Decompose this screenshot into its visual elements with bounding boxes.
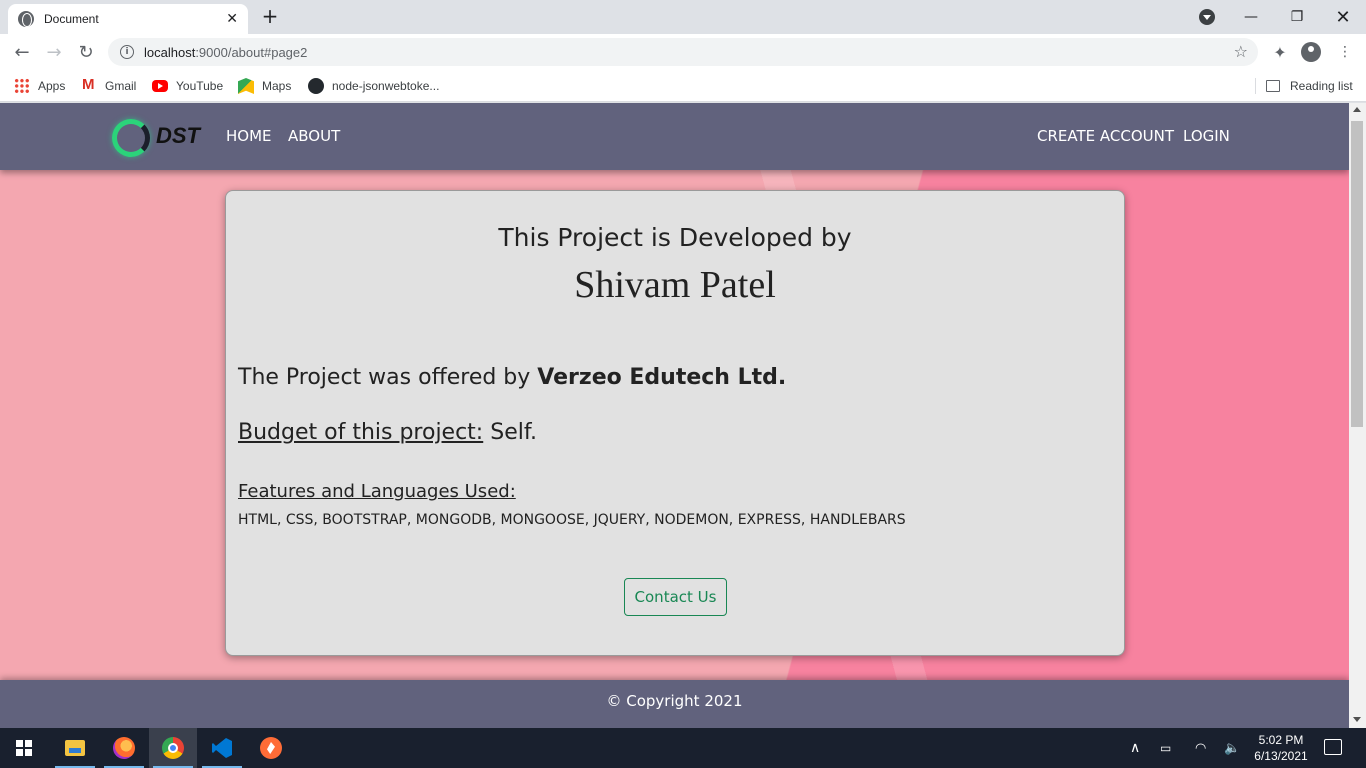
clock-time: 5:02 PM [1258, 733, 1304, 747]
site-info-icon[interactable]: i [120, 45, 134, 59]
youtube-icon [152, 80, 168, 92]
gmail-icon [81, 76, 97, 94]
reading-list-button[interactable]: Reading list [1266, 76, 1353, 96]
reload-button[interactable]: ↻ [74, 40, 98, 64]
bookmark-apps[interactable]: Apps [14, 76, 65, 96]
logo-ring-icon[interactable] [112, 119, 150, 157]
reading-list-icon [1266, 80, 1280, 92]
scroll-up-arrow-icon[interactable] [1353, 107, 1361, 112]
new-tab-button[interactable]: + [260, 6, 280, 26]
back-button[interactable]: ← [10, 40, 34, 64]
bookmark-github[interactable]: node-jsonwebtoke... [308, 76, 439, 96]
apps-grid-icon [14, 78, 30, 94]
budget-text: Budget of this project: Self. [238, 420, 537, 445]
taskbar-clock[interactable]: 5:02 PM 6/13/2021 [1246, 732, 1316, 764]
maps-icon [238, 78, 254, 94]
offered-by-text: The Project was offered by Verzeo Edutec… [238, 365, 787, 390]
bookmarks-separator [1255, 78, 1256, 94]
page-scrollbar[interactable] [1349, 103, 1366, 728]
nav-home[interactable]: HOME [226, 127, 272, 145]
tab-search-icon[interactable] [1199, 9, 1215, 25]
chrome-icon [162, 737, 184, 759]
wifi-icon[interactable]: ◠ [1195, 728, 1206, 768]
extensions-icon[interactable]: ✦ [1270, 42, 1290, 62]
firefox-icon [113, 737, 135, 759]
folder-icon [65, 740, 85, 756]
browser-tab[interactable]: Document ✕ [8, 4, 248, 34]
tab-strip: Document ✕ + — ❐ ✕ [0, 0, 1366, 34]
clock-date: 6/13/2021 [1254, 749, 1308, 763]
minimize-button[interactable]: — [1228, 0, 1274, 34]
menu-kebab-icon[interactable]: ⋮ [1335, 42, 1355, 62]
taskbar-file-explorer[interactable] [51, 728, 99, 768]
volume-icon[interactable]: 🔈 [1224, 728, 1240, 768]
bookmark-gmail[interactable]: Gmail [81, 76, 136, 96]
card-heading: This Project is Developed by [498, 223, 852, 252]
nav-login[interactable]: LOGIN [1183, 127, 1230, 145]
bookmark-youtube[interactable]: YouTube [152, 76, 223, 96]
site-footer: © Copyright 2021 [0, 680, 1349, 728]
globe-icon [18, 11, 34, 27]
battery-icon[interactable]: ▭ [1160, 728, 1171, 768]
developer-name: Shivam Patel [574, 264, 776, 306]
notification-center-icon[interactable] [1324, 739, 1342, 755]
tab-title: Document [44, 12, 99, 26]
about-card: This Project is Developed by Shivam Pate… [225, 190, 1125, 656]
contact-us-button[interactable]: Contact Us [624, 578, 727, 616]
taskbar-firefox[interactable] [100, 728, 148, 768]
address-bar[interactable]: i localhost:9000/about#page2 ☆ [108, 38, 1258, 66]
scrollbar-thumb[interactable] [1351, 121, 1363, 427]
brand-logo[interactable]: DST [156, 123, 200, 149]
windows-taskbar: ∧ ▭ ◠ 🔈 5:02 PM 6/13/2021 [0, 728, 1366, 768]
site-navbar: DST HOME ABOUT CREATE ACCOUNT LOGIN [0, 103, 1349, 170]
bookmark-star-icon[interactable]: ☆ [1234, 42, 1248, 61]
windows-logo-icon [16, 740, 32, 756]
copyright-text: © Copyright 2021 [606, 692, 743, 710]
show-hidden-icons-chevron-icon[interactable]: ∧ [1130, 728, 1140, 768]
budget-value: Self. [483, 420, 537, 445]
tab-close-icon[interactable]: ✕ [226, 11, 238, 27]
restore-button[interactable]: ❐ [1274, 0, 1320, 34]
bookmark-maps[interactable]: Maps [238, 76, 291, 96]
bookmarks-bar: Apps Gmail YouTube Maps node-jsonwebtoke… [0, 70, 1366, 102]
nav-about[interactable]: ABOUT [288, 127, 340, 145]
features-label: Features and Languages Used: [238, 481, 516, 502]
nav-create-account[interactable]: CREATE ACCOUNT [1037, 127, 1174, 145]
taskbar-postman[interactable] [247, 728, 295, 768]
company-name: Verzeo Edutech Ltd. [537, 365, 787, 390]
profile-avatar[interactable] [1301, 42, 1321, 62]
taskbar-chrome[interactable] [149, 728, 197, 768]
postman-icon [260, 737, 282, 759]
browser-toolbar: ← → ↻ i localhost:9000/about#page2 ☆ ✦ ⋮ [0, 34, 1366, 70]
forward-button[interactable]: → [42, 40, 66, 64]
vscode-icon [212, 738, 232, 758]
budget-label: Budget of this project: [238, 420, 484, 445]
scroll-down-arrow-icon[interactable] [1353, 717, 1361, 722]
page-viewport: DST HOME ABOUT CREATE ACCOUNT LOGIN This… [0, 103, 1349, 728]
taskbar-vscode[interactable] [198, 728, 246, 768]
features-list: HTML, CSS, BOOTSTRAP, MONGODB, MONGOOSE,… [238, 512, 906, 528]
start-button[interactable] [0, 728, 48, 768]
github-icon [308, 78, 324, 94]
url-text: localhost:9000/about#page2 [144, 44, 308, 60]
close-window-button[interactable]: ✕ [1320, 0, 1366, 34]
